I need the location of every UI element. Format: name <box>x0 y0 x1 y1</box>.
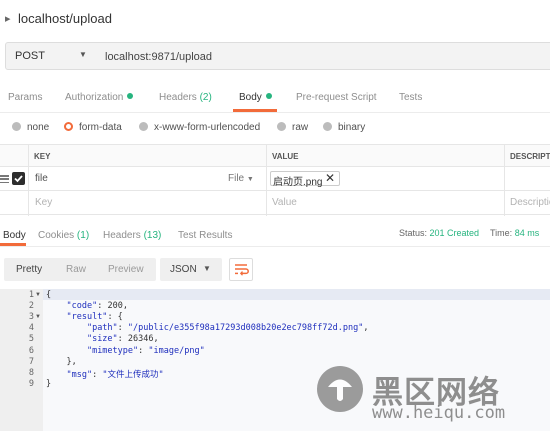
radio-form-data[interactable]: form-data <box>64 122 122 133</box>
active-tab-indicator <box>233 109 277 112</box>
tab-headers[interactable]: Headers (2) <box>159 92 212 103</box>
radio-circle-icon <box>12 122 21 131</box>
status-readout: Status: 201 Created <box>399 228 480 238</box>
format-label: JSON <box>170 264 197 275</box>
response-tabs: Body Cookies (1) Headers (13) Test Resul… <box>0 224 550 247</box>
code-line: } <box>46 378 52 389</box>
method-select[interactable]: POST ▼ <box>5 42 96 70</box>
status-value: 201 Created <box>429 228 480 238</box>
tab-response-body[interactable]: Body <box>3 230 26 241</box>
column-divider <box>266 144 267 216</box>
line-number: 1 <box>28 290 34 300</box>
fold-toggle-icon[interactable]: ▼ <box>35 314 41 320</box>
method-label: POST <box>15 50 45 62</box>
tab-test-results[interactable]: Test Results <box>178 230 232 241</box>
key-cell[interactable]: file <box>35 173 48 184</box>
checkmark-icon <box>14 175 23 183</box>
tab-response-headers[interactable]: Headers (13) <box>103 230 161 241</box>
chevron-down-icon: ▼ <box>79 50 87 59</box>
column-value: VALUE <box>272 152 299 161</box>
code-line: "msg": "文件上传成功" <box>66 369 164 380</box>
radio-urlencoded[interactable]: x-www-form-urlencoded <box>139 122 260 133</box>
line-number: 7 <box>28 356 34 367</box>
active-tab-indicator <box>0 243 26 246</box>
line-number: 9 <box>28 378 34 389</box>
key-input[interactable]: Key <box>35 197 52 208</box>
file-chip: 启动页.png ✕ <box>270 171 340 188</box>
request-title-bar: ▸ localhost/upload <box>0 0 550 38</box>
preview-button[interactable]: Preview <box>108 264 144 275</box>
code-line: "size": 26346, <box>86 334 159 345</box>
active-dot-icon <box>265 93 272 99</box>
request-name[interactable]: localhost/upload <box>18 11 112 26</box>
view-mode-group: Pretty Raw Preview <box>4 258 156 281</box>
radio-circle-icon <box>277 122 286 131</box>
time-value: 84 ms <box>514 228 540 238</box>
watermark-logo <box>317 366 363 412</box>
mushroom-logo-icon <box>328 379 352 401</box>
form-data-table: KEY VALUE DESCRIPTION file File ▼ 启动页.pn… <box>0 144 550 216</box>
table-header: KEY VALUE DESCRIPTION <box>0 144 550 167</box>
table-row: file File ▼ 启动页.png ✕ <box>0 167 550 191</box>
code-line: }, <box>46 356 77 367</box>
url-input[interactable]: localhost:9871/upload <box>95 42 550 70</box>
radio-raw[interactable]: raw <box>277 122 308 133</box>
tab-tests[interactable]: Tests <box>399 92 422 103</box>
active-dot-icon <box>127 93 134 99</box>
headers-count: (2) <box>199 92 212 103</box>
chevron-down-icon: ▼ <box>246 176 254 183</box>
chevron-down-icon: ▼ <box>203 264 211 273</box>
chevron-right-icon[interactable]: ▸ <box>5 12 11 25</box>
wrap-lines-icon <box>235 264 249 276</box>
radio-circle-icon <box>323 122 332 131</box>
code-line: "path": "/public/e355f98a17293d008b20e2e… <box>86 323 369 334</box>
description-input[interactable]: Description <box>510 197 550 208</box>
code-line: { <box>46 290 52 300</box>
column-key: KEY <box>34 152 51 161</box>
line-number: 3 <box>28 312 34 323</box>
column-divider <box>28 144 29 216</box>
request-tabs: Params Authorization Headers (2) Body Pr… <box>0 86 550 113</box>
drag-handle-icon[interactable] <box>0 175 9 184</box>
line-number: 6 <box>28 345 34 356</box>
wrap-lines-button[interactable] <box>229 258 253 281</box>
time-readout: Time: 84 ms <box>490 228 540 238</box>
close-icon[interactable]: ✕ <box>325 171 335 185</box>
value-input[interactable]: Value <box>272 197 297 208</box>
column-description: DESCRIPTION <box>510 152 550 161</box>
line-number: 4 <box>28 323 34 334</box>
tab-body[interactable]: Body <box>239 92 272 103</box>
line-number: 2 <box>28 301 34 312</box>
type-select[interactable]: File ▼ <box>228 173 254 184</box>
radio-none[interactable]: none <box>12 122 49 133</box>
code-line: "code": 200, <box>66 301 128 312</box>
column-divider <box>504 144 505 216</box>
tab-authorization[interactable]: Authorization <box>65 92 134 103</box>
radio-selected-icon <box>64 122 73 131</box>
format-select[interactable]: JSON ▼ <box>160 258 222 281</box>
tab-pre-request-script[interactable]: Pre-request Script <box>296 92 377 103</box>
pretty-button[interactable]: Pretty <box>16 264 42 275</box>
line-number: 5 <box>28 334 34 345</box>
code-line: "result": { <box>66 312 123 323</box>
tab-cookies[interactable]: Cookies (1) <box>38 230 89 241</box>
radio-binary[interactable]: binary <box>323 122 365 133</box>
code-line: "mimetype": "image/png" <box>86 345 205 356</box>
file-name: 启动页.png <box>273 177 323 188</box>
tab-params[interactable]: Params <box>8 92 42 103</box>
active-line-highlight <box>0 289 550 300</box>
line-number: 8 <box>28 367 34 378</box>
row-checkbox[interactable] <box>12 172 25 185</box>
url-value: localhost:9871/upload <box>105 51 213 63</box>
raw-button[interactable]: Raw <box>66 264 86 275</box>
fold-toggle-icon[interactable]: ▼ <box>35 292 41 298</box>
radio-circle-icon <box>139 122 148 131</box>
watermark-url: www.heiqu.com <box>372 403 506 423</box>
table-row: Key Value Description <box>0 191 550 215</box>
